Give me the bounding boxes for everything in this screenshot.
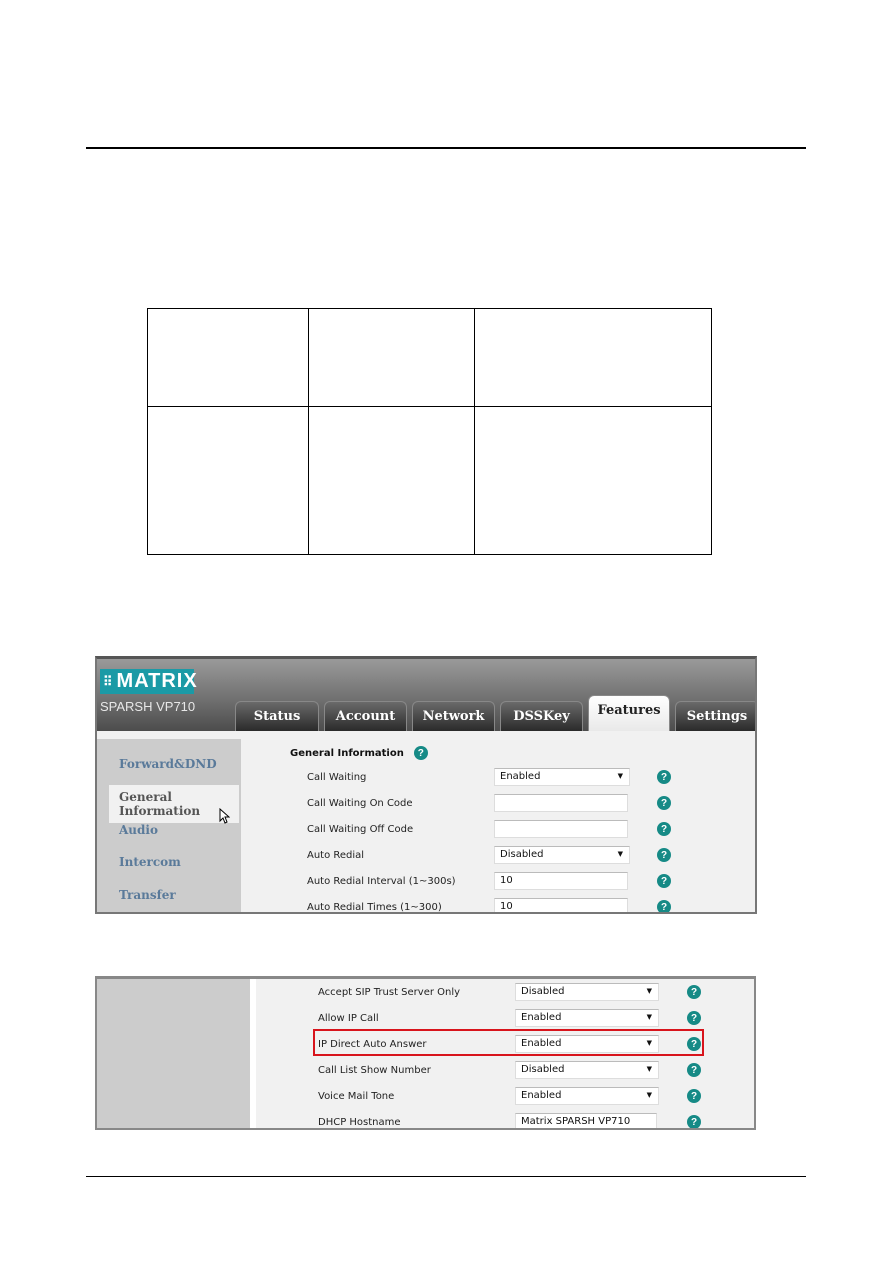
accept-sip-trust-server-only-select[interactable]: Disabled ▼ (515, 983, 659, 1001)
table-cell (147, 308, 309, 407)
dropdown-arrow-icon: ▼ (617, 850, 623, 858)
call-waiting-on-code-input[interactable] (494, 794, 628, 812)
tab-settings[interactable]: Settings (675, 701, 755, 731)
select-value: Disabled (521, 1064, 565, 1075)
voice-mail-tone-select[interactable]: Enabled ▼ (515, 1087, 659, 1105)
dropdown-arrow-icon: ▼ (646, 1091, 652, 1099)
help-icon[interactable]: ? (657, 770, 671, 784)
field-row-auto-redial: Auto Redial Disabled ▼ ? (97, 846, 755, 866)
auto-redial-times-input[interactable]: 10 (494, 898, 628, 912)
section-title: General Information ? (290, 746, 428, 760)
field-label: Auto Redial Times (1~300) (307, 902, 442, 913)
web-ui-screenshot-ip-direct-auto-answer: Accept SIP Trust Server Only Disabled ▼ … (95, 976, 756, 1130)
select-value: Disabled (500, 849, 544, 860)
help-icon[interactable]: ? (657, 848, 671, 862)
select-value: Enabled (521, 1012, 562, 1023)
dropdown-arrow-icon: ▼ (646, 1065, 652, 1073)
help-icon[interactable]: ? (687, 985, 701, 999)
tab-status[interactable]: Status (235, 701, 319, 731)
table-cell (307, 406, 476, 555)
field-row-auto-redial-times: Auto Redial Times (1~300) 10 ? (97, 898, 755, 913)
auto-redial-interval-input[interactable]: 10 (494, 872, 628, 890)
field-row-auto-redial-interval: Auto Redial Interval (1~300s) 10 ? (97, 872, 755, 892)
call-waiting-off-code-input[interactable] (494, 820, 628, 838)
dropdown-arrow-icon: ▼ (646, 1013, 652, 1021)
help-icon[interactable]: ? (657, 874, 671, 888)
table-cell (307, 308, 476, 407)
field-label: Auto Redial Interval (1~300s) (307, 876, 456, 887)
allow-ip-call-select[interactable]: Enabled ▼ (515, 1009, 659, 1027)
field-row-call-list-show-number: Call List Show Number Disabled ▼ ? (97, 1061, 754, 1081)
select-value: Disabled (521, 986, 565, 997)
table-cell (474, 308, 712, 407)
field-row-call-waiting-off-code: Call Waiting Off Code ? (97, 820, 755, 840)
field-label: Call Waiting On Code (307, 798, 413, 809)
dropdown-arrow-icon: ▼ (646, 987, 652, 995)
field-row-accept-sip-trust-server-only: Accept SIP Trust Server Only Disabled ▼ … (97, 983, 754, 1003)
field-label: Auto Redial (307, 850, 365, 861)
field-label: DHCP Hostname (318, 1117, 401, 1128)
table-row (147, 308, 712, 407)
header-rule (86, 147, 806, 149)
help-icon[interactable]: ? (413, 746, 428, 760)
help-icon[interactable]: ? (657, 900, 671, 912)
logo-dots-icon: ⠿ (103, 673, 113, 689)
help-icon[interactable]: ? (687, 1063, 701, 1077)
call-list-show-number-select[interactable]: Disabled ▼ (515, 1061, 659, 1079)
matrix-logo: ⠿ MATRIX (100, 669, 197, 694)
dropdown-arrow-icon: ▼ (617, 772, 623, 780)
tab-features[interactable]: Features (588, 695, 670, 731)
help-icon[interactable]: ? (657, 822, 671, 836)
help-icon[interactable]: ? (687, 1011, 701, 1025)
field-label: Call Waiting Off Code (307, 824, 414, 835)
help-icon[interactable]: ? (657, 796, 671, 810)
web-ui-header: ⠿ MATRIX SPARSH VP710 Status Account Net… (97, 659, 755, 731)
web-ui-screenshot-general-information: ⠿ MATRIX SPARSH VP710 Status Account Net… (95, 656, 757, 914)
footer-rule (86, 1176, 806, 1177)
help-icon[interactable]: ? (687, 1089, 701, 1103)
auto-redial-select[interactable]: Disabled ▼ (494, 846, 630, 864)
select-value: Enabled (500, 771, 541, 782)
call-waiting-select[interactable]: Enabled ▼ (494, 768, 630, 786)
tab-dsskey[interactable]: DSSKey (500, 701, 583, 731)
tab-network[interactable]: Network (412, 701, 495, 731)
table-cell (147, 406, 309, 555)
highlight-box (313, 1029, 704, 1056)
main-tabs: Status Account Network DSSKey Features S… (235, 695, 755, 731)
table-row (147, 406, 712, 555)
table-cell (474, 406, 712, 555)
field-row-allow-ip-call: Allow IP Call Enabled ▼ ? (97, 1009, 754, 1029)
logo-text: MATRIX (116, 670, 198, 692)
field-label: Call Waiting (307, 772, 367, 783)
field-row-call-waiting-on-code: Call Waiting On Code ? (97, 794, 755, 814)
select-value: Enabled (521, 1090, 562, 1101)
field-label: Call List Show Number (318, 1065, 431, 1076)
field-row-call-waiting: Call Waiting Enabled ▼ ? (97, 768, 755, 788)
dhcp-hostname-input[interactable]: Matrix SPARSH VP710 (515, 1113, 657, 1128)
field-row-dhcp-hostname: DHCP Hostname Matrix SPARSH VP710 ? (97, 1113, 754, 1128)
field-label: Allow IP Call (318, 1013, 379, 1024)
device-model: SPARSH VP710 (100, 699, 196, 714)
field-label: Voice Mail Tone (318, 1091, 395, 1102)
document-table (147, 308, 712, 555)
section-title-text: General Information (290, 747, 404, 759)
field-label: Accept SIP Trust Server Only (318, 987, 461, 998)
help-icon[interactable]: ? (687, 1115, 701, 1128)
tab-account[interactable]: Account (324, 701, 407, 731)
field-row-voice-mail-tone: Voice Mail Tone Enabled ▼ ? (97, 1087, 754, 1107)
